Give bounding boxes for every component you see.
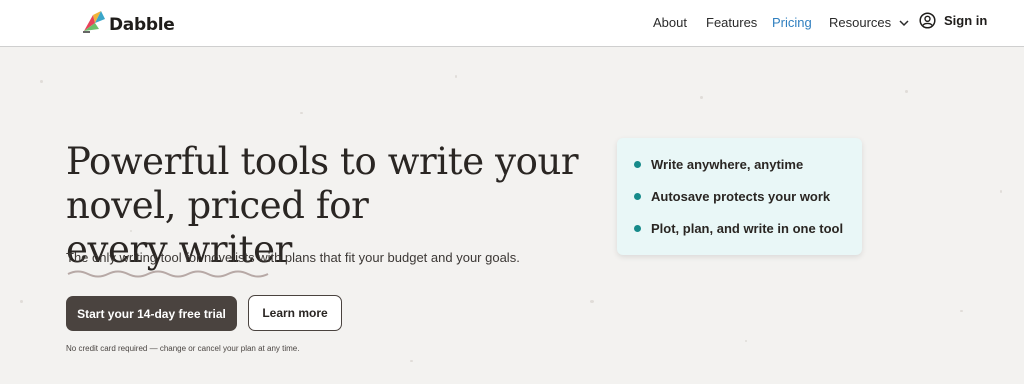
nav-pricing[interactable]: Pricing	[772, 15, 812, 30]
no-credit-card-note: No credit card required — change or canc…	[66, 344, 300, 353]
sign-in-link[interactable]: Sign in	[919, 12, 987, 29]
feature-item: Autosave protects your work	[634, 189, 830, 204]
feature-label: Write anywhere, anytime	[651, 157, 804, 172]
feature-highlights-card: Write anywhere, anytime Autosave protect…	[617, 138, 862, 255]
headline-text: Powerful tools to write your novel, pric…	[66, 140, 579, 227]
learn-more-button[interactable]: Learn more	[248, 295, 342, 331]
nav-features[interactable]: Features	[706, 15, 757, 30]
brand-name: Dabble	[109, 14, 175, 35]
brand-logo[interactable]: Dabble	[81, 9, 175, 35]
top-navigation-bar: Dabble About Features Pricing Resources …	[0, 0, 1024, 47]
start-trial-button[interactable]: Start your 14-day free trial	[66, 296, 237, 331]
bullet-dot-icon	[634, 161, 641, 168]
bullet-dot-icon	[634, 193, 641, 200]
dabble-logo-icon	[83, 11, 105, 33]
nav-resources[interactable]: Resources	[829, 15, 909, 30]
feature-label: Autosave protects your work	[651, 189, 831, 204]
sign-in-label: Sign in	[944, 13, 988, 28]
nav-resources-label: Resources	[829, 15, 892, 30]
hero-subtext: The only writing tool for novelists with…	[66, 250, 520, 265]
chevron-down-icon	[899, 20, 909, 27]
feature-item: Write anywhere, anytime	[634, 157, 803, 172]
feature-label: Plot, plan, and write in one tool	[651, 221, 844, 236]
nav-about[interactable]: About	[653, 15, 687, 30]
squiggle-underline-icon	[67, 270, 269, 278]
user-circle-icon	[919, 12, 936, 29]
feature-item: Plot, plan, and write in one tool	[634, 221, 843, 236]
bullet-dot-icon	[634, 225, 641, 232]
